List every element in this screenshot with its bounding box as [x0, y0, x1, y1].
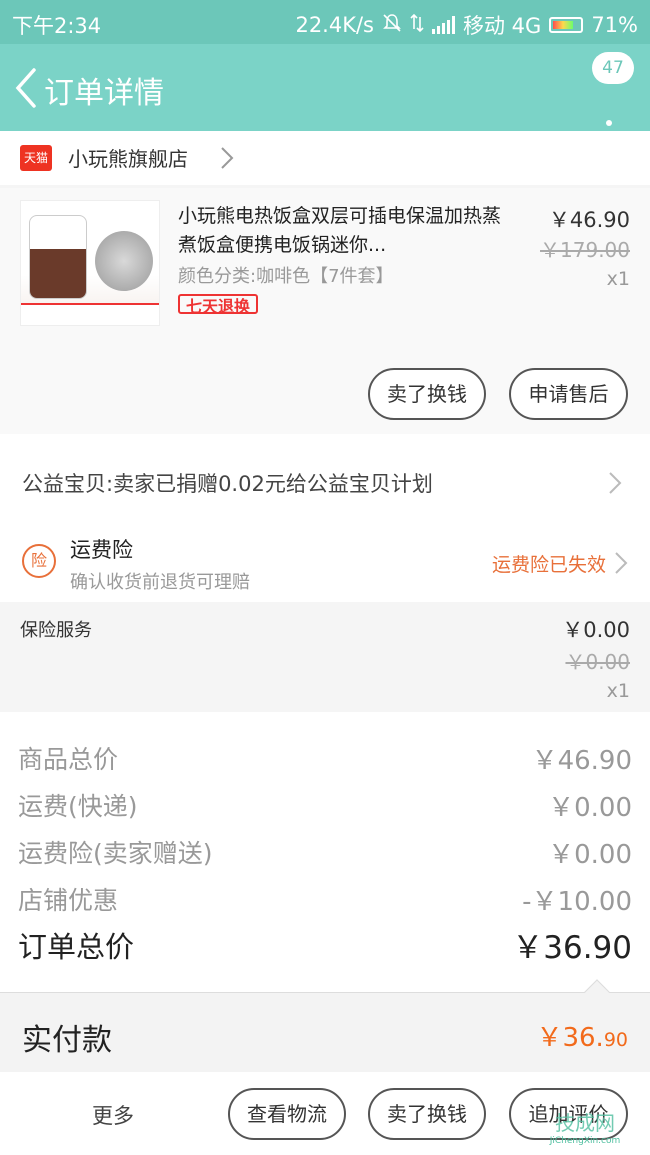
summary-label: 运费险(卖家赠送) — [18, 839, 213, 868]
chevron-right-icon — [220, 145, 234, 171]
steamer-pot-image — [95, 231, 153, 291]
store-name: 小玩熊旗舰店 — [68, 147, 188, 171]
back-arrow-icon[interactable] — [10, 66, 46, 110]
insurance-icon: 险 — [22, 544, 56, 578]
payment-amount-main: ￥36. — [536, 1023, 604, 1053]
order-total-label: 订单总价 — [18, 930, 135, 964]
summary-value: ￥46.90 — [531, 746, 632, 776]
sell-for-cash-button[interactable]: 卖了换钱 — [368, 368, 486, 420]
message-count-badge: 47 — [592, 52, 634, 84]
product-quantity: x1 — [606, 268, 630, 290]
product-price: ￥46.90 — [548, 208, 630, 232]
chevron-right-icon — [614, 550, 628, 576]
nav-bar: 订单详情 47 — [0, 44, 650, 138]
mute-bell-icon — [382, 13, 402, 38]
tmall-logo: 天猫 — [20, 145, 52, 171]
summary-value: ￥0.00 — [548, 793, 632, 823]
service-quantity: x1 — [606, 680, 630, 702]
sell-for-cash-button[interactable]: 卖了换钱 — [368, 1088, 486, 1140]
return-policy-tag: 七天退换 — [178, 294, 259, 314]
more-actions-link[interactable]: 更多 — [92, 1100, 134, 1130]
rice-cooker-image — [29, 215, 87, 299]
service-original-price: ￥0.00 — [565, 650, 630, 674]
battery-icon — [549, 17, 584, 33]
signal-icon — [432, 16, 455, 34]
actual-payment-label: 实付款 — [22, 1023, 112, 1058]
service-name: 保险服务 — [20, 620, 92, 641]
bottom-action-bar: 更多 查看物流 卖了换钱 追加评价 技成网 JiChengXin.com — [0, 1072, 650, 1155]
summary-value: -￥10.00 — [522, 887, 632, 917]
promo-strip — [21, 303, 159, 325]
product-thumbnail[interactable] — [20, 200, 160, 326]
summary-label: 运费(快递) — [18, 792, 138, 821]
actual-payment-value: ￥36.90 — [536, 1017, 628, 1054]
store-row[interactable]: 天猫 小玩熊旗舰店 — [0, 131, 650, 185]
product-item[interactable]: 小玩熊电热饭盒双层可插电保温加热蒸煮饭盒便携电饭锅迷你... 颜色分类:咖啡色【… — [0, 188, 650, 434]
summary-row-insurance: 运费险(卖家赠送) ￥0.00 — [0, 826, 650, 872]
status-right: 22.4K/s 移动 4G 71% — [295, 10, 638, 40]
insurance-subtitle: 确认收货前退货可理赔 — [70, 572, 250, 593]
watermark-cn: 技成网 — [555, 1111, 615, 1135]
insurance-service-item: 保险服务 ￥0.00 ￥0.00 x1 — [0, 602, 650, 712]
site-watermark: 技成网 JiChengXin.com — [526, 1107, 644, 1146]
price-summary: 商品总价 ￥46.90 运费(快递) ￥0.00 运费险(卖家赠送) ￥0.00… — [0, 712, 650, 992]
shipping-insurance-row[interactable]: 险 运费险 确认收货前退货可理赔 运费险已失效 — [0, 526, 650, 602]
summary-label: 商品总价 — [18, 745, 119, 774]
product-original-price: ￥179.00 — [540, 238, 630, 262]
battery-percent: 71% — [591, 13, 638, 37]
view-logistics-button[interactable]: 查看物流 — [228, 1088, 346, 1140]
summary-value: ￥0.00 — [548, 840, 632, 870]
network-speed: 22.4K/s — [295, 13, 374, 37]
insurance-status: 运费险已失效 — [491, 554, 606, 576]
summary-row-discount: 店铺优惠 -￥10.00 — [0, 873, 650, 919]
chevron-right-icon — [608, 470, 622, 496]
payment-amount-cents: 90 — [603, 1029, 628, 1051]
order-total-value: ￥36.90 — [512, 930, 632, 966]
charity-row[interactable]: 公益宝贝:卖家已捐赠0.02元给公益宝贝计划 — [0, 434, 650, 526]
summary-label: 店铺优惠 — [18, 886, 119, 915]
page-title: 订单详情 — [44, 76, 164, 111]
charity-text: 公益宝贝:卖家已捐赠0.02元给公益宝贝计划 — [22, 472, 433, 496]
watermark-en: JiChengXin.com — [549, 1136, 621, 1146]
summary-row-goods: 商品总价 ￥46.90 — [0, 732, 650, 778]
service-price: ￥0.00 — [562, 618, 630, 642]
actual-payment: 实付款 ￥36.90 — [0, 979, 650, 1072]
product-title[interactable]: 小玩熊电热饭盒双层可插电保温加热蒸煮饭盒便携电饭锅迷你... — [178, 202, 508, 260]
status-bar: 下午2:34 22.4K/s 移动 4G 71% — [0, 0, 650, 44]
data-arrows-icon — [410, 13, 424, 38]
summary-row-shipping: 运费(快递) ￥0.00 — [0, 779, 650, 825]
apply-after-sale-button[interactable]: 申请售后 — [509, 368, 628, 420]
status-time: 下午2:34 — [12, 14, 102, 38]
summary-row-total: 订单总价 ￥36.90 — [0, 920, 650, 966]
product-sku: 颜色分类:咖啡色【7件套】 — [178, 266, 394, 287]
insurance-title: 运费险 — [70, 538, 133, 562]
carrier: 移动 4G — [463, 14, 542, 38]
